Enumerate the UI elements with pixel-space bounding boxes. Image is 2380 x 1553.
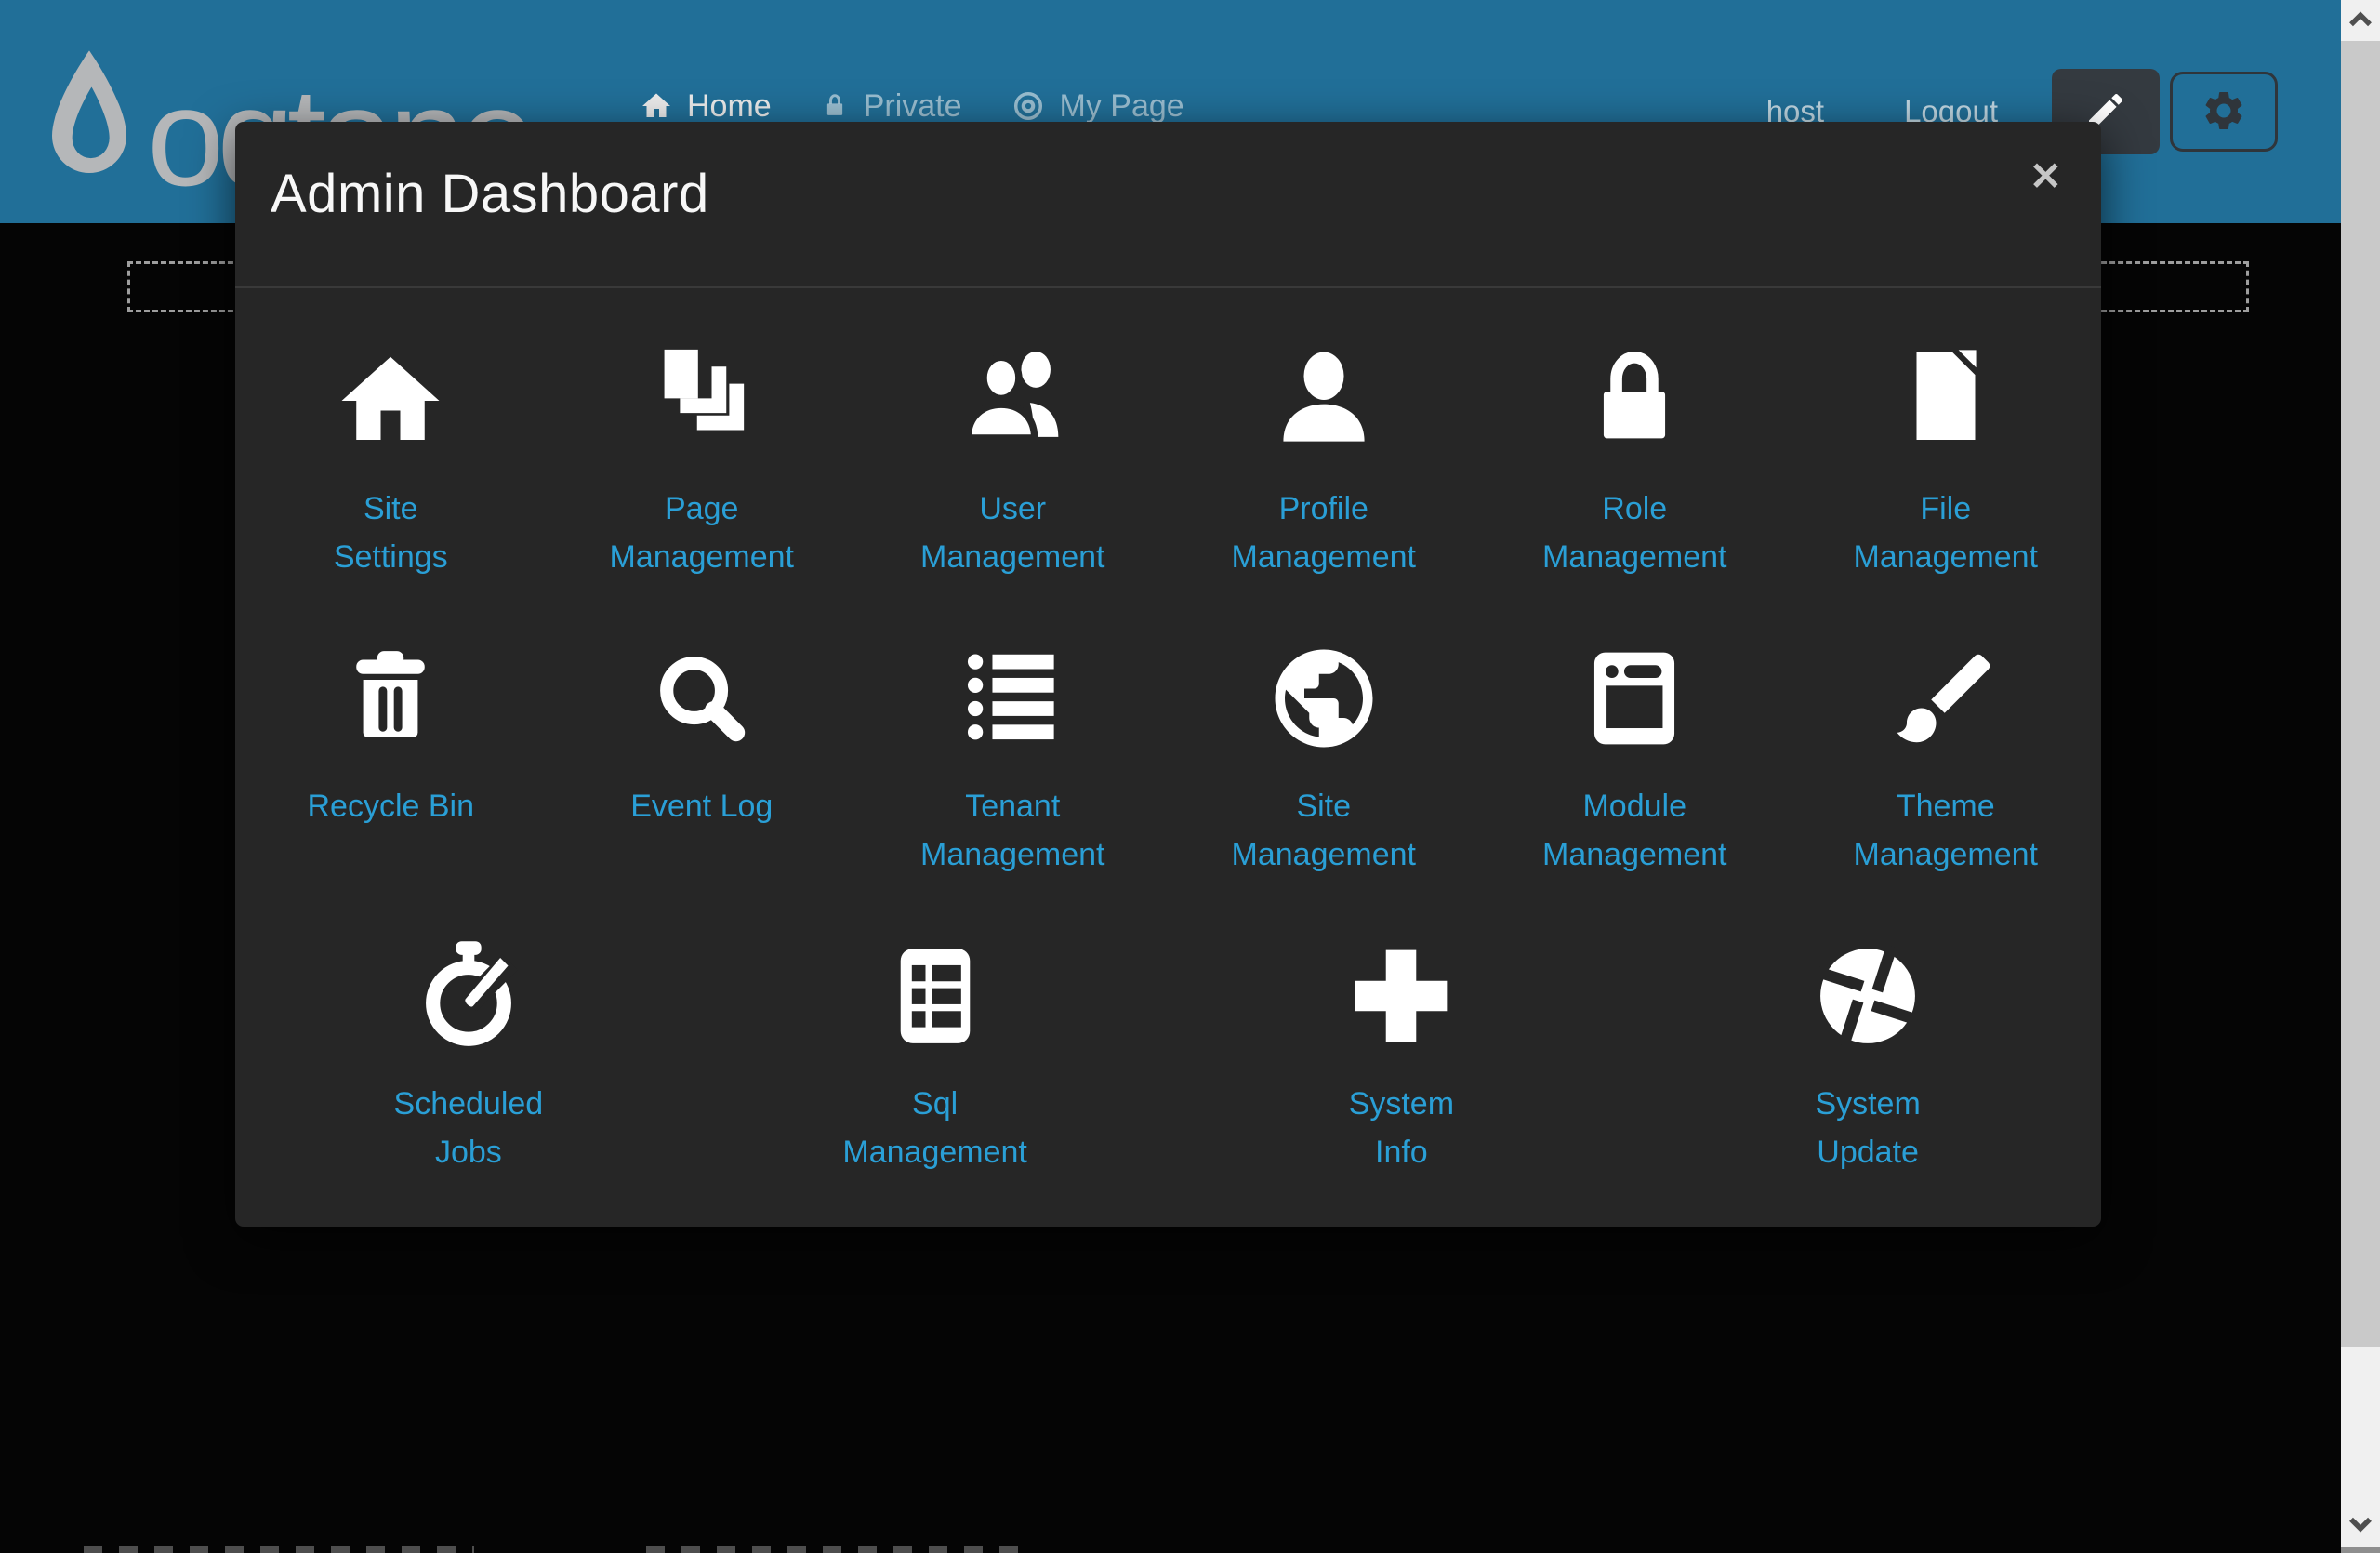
tile-label: UserManagement [920, 484, 1104, 581]
gear-icon [2201, 87, 2247, 137]
admin-tile-module-management[interactable]: ModuleManagement [1479, 638, 1791, 936]
admin-tile-site-management[interactable]: SiteManagement [1169, 638, 1480, 936]
tile-label: ThemeManagement [1854, 782, 2038, 879]
nav-item-home[interactable]: Home [640, 88, 772, 125]
admin-tile-recycle-bin[interactable]: Recycle Bin [235, 638, 547, 936]
oqtane-drop-icon [43, 43, 136, 206]
cutoff-content [646, 1546, 1027, 1553]
admin-tile-event-log[interactable]: Event Log [547, 638, 858, 936]
tile-label: RoleManagement [1542, 484, 1726, 581]
scrollbar-corner [2341, 1547, 2380, 1553]
aperture-icon [1809, 936, 1926, 1056]
table-icon [877, 936, 994, 1056]
tile-label: SystemUpdate [1815, 1080, 1920, 1176]
admin-tile-tenant-management[interactable]: TenantManagement [857, 638, 1169, 936]
nav-item-my-page[interactable]: My Page [1011, 88, 1184, 125]
admin-tiles-grid: SiteSettings PageManagement UserManageme… [235, 288, 2101, 1176]
nav-item-private[interactable]: Private [820, 88, 962, 125]
list-icon [954, 638, 1071, 759]
globe-icon [1265, 638, 1382, 759]
trash-icon [332, 638, 449, 759]
admin-tile-page-management[interactable]: PageManagement [547, 340, 858, 638]
home-icon [332, 340, 449, 461]
admin-tile-theme-management[interactable]: ThemeManagement [1791, 638, 2102, 936]
home-icon [640, 89, 673, 123]
nav-item-label: Private [864, 88, 962, 125]
scroll-down-button[interactable] [2341, 1507, 2380, 1547]
plus-icon [1342, 936, 1460, 1056]
admin-tile-role-management[interactable]: RoleManagement [1479, 340, 1791, 638]
cutoff-content [84, 1546, 474, 1553]
tile-label: TenantManagement [920, 782, 1104, 879]
tile-label: SiteManagement [1232, 782, 1416, 879]
scroll-up-button[interactable] [2341, 0, 2380, 41]
brush-icon [1887, 638, 2004, 759]
tile-label: FileManagement [1854, 484, 2038, 581]
admin-tile-system-info[interactable]: SystemInfo [1169, 936, 1635, 1176]
person-icon [1265, 340, 1382, 461]
settings-button[interactable] [2170, 72, 2278, 152]
tile-label: SiteSettings [334, 484, 448, 581]
people-icon [954, 340, 1071, 461]
modal-header: Admin Dashboard ✕ [235, 122, 2101, 288]
scrollbar[interactable] [2341, 0, 2380, 1553]
tile-label: ScheduledJobs [394, 1080, 544, 1176]
tile-label: SystemInfo [1349, 1080, 1454, 1176]
window-icon [1576, 638, 1693, 759]
admin-tile-system-update[interactable]: SystemUpdate [1634, 936, 2101, 1176]
admin-dashboard-modal: Admin Dashboard ✕ SiteSettings PageManag… [235, 122, 2101, 1227]
admin-tile-scheduled-jobs[interactable]: ScheduledJobs [235, 936, 702, 1176]
admin-tile-site-settings[interactable]: SiteSettings [235, 340, 547, 638]
tile-label: ModuleManagement [1542, 782, 1726, 879]
admin-tile-sql-management[interactable]: SqlManagement [702, 936, 1169, 1176]
lock-icon [1576, 340, 1693, 461]
scrollbar-thumb[interactable] [2341, 41, 2380, 1347]
tile-label: Event Log [630, 782, 773, 830]
chevron-down-icon [2347, 1513, 2374, 1542]
tile-label: SqlManagement [842, 1080, 1026, 1176]
close-button[interactable]: ✕ [2030, 157, 2062, 196]
admin-tile-profile-management[interactable]: ProfileManagement [1169, 340, 1480, 638]
file-icon [1887, 340, 2004, 461]
tile-label: Recycle Bin [307, 782, 474, 830]
page: oqtane Home Private [0, 0, 2380, 1553]
nav-item-label: My Page [1060, 88, 1184, 125]
admin-tile-user-management[interactable]: UserManagement [857, 340, 1169, 638]
lock-icon [820, 91, 850, 121]
stopwatch-icon [410, 936, 527, 1056]
admin-tile-file-management[interactable]: FileManagement [1791, 340, 2102, 638]
nav-item-label: Home [687, 88, 772, 125]
modal-title: Admin Dashboard [271, 163, 709, 225]
pages-icon [643, 340, 760, 461]
tile-label: PageManagement [610, 484, 794, 581]
tile-label: ProfileManagement [1232, 484, 1416, 581]
search-icon [643, 638, 760, 759]
target-icon [1011, 88, 1046, 124]
chevron-up-icon [2347, 7, 2374, 35]
tile-row: SiteSettings PageManagement UserManageme… [235, 340, 2101, 638]
tile-row: ScheduledJobs SqlManagement SystemInfo [235, 936, 2101, 1176]
tile-row: Recycle Bin Event Log TenantManagement Si… [235, 638, 2101, 936]
